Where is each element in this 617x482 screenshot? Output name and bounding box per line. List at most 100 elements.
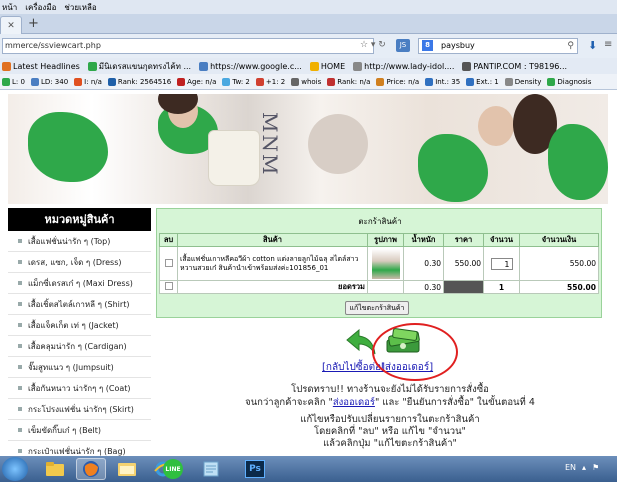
seo-icon (376, 77, 385, 86)
col-product: สินค้า (177, 233, 368, 247)
seo-label: Rank: 2564516 (117, 77, 172, 86)
bookmark-item[interactable]: https://www.google.c... (199, 61, 302, 71)
category-item[interactable]: จั๊มสูทแนว ๆ (Jumpsuit) (8, 357, 151, 378)
product-name[interactable]: เสื้อแฟชั่นเกาหลีคอวีผ้า cotton แต่งลายล… (180, 255, 365, 273)
quantity-input[interactable]: 1 (490, 257, 513, 270)
menu-tools[interactable]: เครื่องมือ (25, 1, 56, 14)
bookmark-item[interactable]: HOME (309, 61, 346, 71)
cart-panel: ตะกร้าสินค้า ลบ สินค้า รูปภาพ น้ำหนัก รา… (156, 208, 602, 318)
seo-metric[interactable]: Diagnosis (547, 77, 591, 86)
product-thumbnail[interactable] (371, 248, 400, 279)
category-item[interactable]: เสื้อแจ็คเก็ต เท่ ๆ (Jacket) (8, 315, 151, 336)
photoshop-app-icon[interactable]: Ps (240, 458, 270, 480)
category-label: จั๊มสูทแนว ๆ (Jumpsuit) (28, 362, 114, 372)
download-icon[interactable]: ⬇ (588, 39, 597, 52)
banner-model-face-2 (478, 106, 514, 146)
notice-line-2b: " และ "ยืนยันการสั่งซื้อ" ในขั้นตอนที่ 4 (374, 397, 535, 408)
category-label: กระโปรงแฟชั่น น่ารักๆ (Skirt) (28, 404, 134, 414)
menu-icon[interactable]: ≡ (604, 39, 612, 50)
windows-taskbar: LINE Ps EN ▴ ⚑ (0, 456, 617, 482)
bookmark-label: http://www.lady-idol.... (364, 61, 455, 71)
delete-checkbox[interactable] (164, 258, 173, 267)
category-item[interactable]: เข็มขัดกิ๊บเก๋ ๆ (Belt) (8, 420, 151, 441)
summary-total: 550.00 (519, 280, 599, 294)
category-item[interactable]: เสื้อเชิ้ตสไตล์เกาหลี ๆ (Shirt) (8, 294, 151, 315)
category-item[interactable]: เสื้อแฟชั่นน่ารัก ๆ (Top) (8, 231, 151, 252)
bullet-icon (18, 302, 22, 306)
tray-arrow-icon[interactable]: ▴ (582, 463, 586, 472)
item-total: 550.00 (519, 246, 599, 281)
seo-metric[interactable]: whois (291, 77, 321, 86)
search-input[interactable]: paysbuy (441, 41, 475, 50)
explorer-app-icon[interactable] (112, 458, 142, 480)
seo-metric[interactable]: Int.: 35 (425, 77, 460, 86)
bookmark-label: PANTIP.COM : T98196... (473, 61, 568, 71)
folder-app-icon[interactable] (40, 458, 70, 480)
seo-metric[interactable]: +1: 2 (255, 77, 285, 86)
seo-icon (74, 77, 83, 86)
photoshop-label: Ps (245, 460, 265, 478)
category-item[interactable]: กระโปรงแฟชั่น น่ารักๆ (Skirt) (8, 399, 151, 420)
menu-help[interactable]: ช่วยเหลือ (64, 1, 96, 14)
notice-order-link[interactable]: ส่งออเดอร์ (333, 397, 375, 408)
seo-metric[interactable]: Density (504, 77, 541, 86)
seo-metric[interactable]: Price: n/a (376, 77, 419, 86)
bookmark-label: https://www.google.c... (210, 61, 302, 71)
menu-page[interactable]: หน้า (2, 1, 17, 14)
seo-metric[interactable]: Rank: n/a (327, 77, 370, 86)
search-icon[interactable]: ⚲ (567, 39, 574, 53)
notice-line-2a: จนกว่าลูกค้าจะคลิก " (245, 397, 333, 408)
seo-metric[interactable]: L: 0 (2, 77, 25, 86)
js-badge[interactable]: JS (396, 39, 410, 52)
bookmark-label: HOME (320, 61, 346, 71)
category-item[interactable]: เสื้อกันหนาว น่ารักๆ ๆ (Coat) (8, 378, 151, 399)
summary-qty: 1 (483, 280, 520, 294)
flag-icon[interactable]: ⚑ (592, 463, 599, 472)
search-box[interactable]: 8 paysbuy ⚲ (418, 38, 578, 54)
col-image: รูปภาพ (367, 233, 404, 247)
summary-checkbox[interactable] (164, 282, 173, 290)
seo-icon (255, 77, 264, 86)
bookmark-item[interactable]: PANTIP.COM : T98196... (462, 61, 568, 71)
seo-metric[interactable]: LD: 340 (30, 77, 68, 86)
browser-tab[interactable]: ✕ (0, 16, 22, 34)
update-cart-button[interactable]: แก้ไขตะกร้าสินค้า (345, 301, 409, 315)
bookmark-icon (199, 61, 209, 71)
seo-metric[interactable]: Rank: 2564516 (107, 77, 172, 86)
banner-rose (308, 114, 368, 174)
category-item[interactable]: กระเป๋าแฟชั่นน่ารัก ๆ (Bag) (8, 441, 151, 456)
url-bar[interactable]: mmerce/ssviewcart.php (2, 38, 374, 54)
bookmark-icon (87, 61, 97, 71)
firefox-app-icon[interactable] (76, 458, 106, 480)
line-app-label: LINE (163, 459, 183, 479)
bookmark-star-icon[interactable]: ☆ ▾ ↻ (360, 40, 386, 50)
category-label: เสื้อคลุมน่ารัก ๆ (Cardigan) (28, 341, 127, 351)
table-row: เสื้อแฟชั่นเกาหลีคอวีผ้า cotton แต่งลายล… (159, 246, 599, 281)
web-page: MNM หมวดหมู่สินค้า เสื้อแฟชั่นน่ารัก ๆ (… (0, 90, 617, 456)
language-indicator[interactable]: EN (565, 463, 576, 472)
bullet-icon (18, 281, 22, 285)
line-app-icon[interactable]: LINE (160, 458, 186, 480)
notice-line-5: แล้วคลิกปุ่ม "แก้ไขตะกร้าสินค้า" (323, 438, 457, 449)
seo-icon (504, 77, 513, 86)
notes-app-icon[interactable] (196, 458, 226, 480)
seo-icon (107, 77, 116, 86)
seo-icon (222, 77, 231, 86)
seo-metric[interactable]: I: n/a (74, 77, 102, 86)
start-button[interactable] (2, 457, 28, 481)
bookmark-item[interactable]: Latest Headlines (2, 61, 80, 71)
category-item[interactable]: แม็กซี่เดรสเก๋ ๆ (Maxi Dress) (8, 273, 151, 294)
seo-icon (466, 77, 475, 86)
category-item[interactable]: เสื้อคลุมน่ารัก ๆ (Cardigan) (8, 336, 151, 357)
category-label: เดรส, แซก, เจ็ด ๆ (Dress) (28, 257, 122, 267)
category-item[interactable]: เดรส, แซก, เจ็ด ๆ (Dress) (8, 252, 151, 273)
seo-metric[interactable]: Tw: 2 (222, 77, 250, 86)
seo-metric[interactable]: Ext.: 1 (466, 77, 499, 86)
bullet-icon (18, 407, 22, 411)
seo-icon (327, 77, 336, 86)
bookmark-item[interactable]: มีนิเดรสแขนกุดทรงไค้ท ... (87, 60, 191, 73)
bookmark-item[interactable]: http://www.lady-idol.... (353, 61, 455, 71)
seo-metric[interactable]: Age: n/a (177, 77, 216, 86)
new-tab-button[interactable]: + (28, 17, 39, 31)
bookmark-icon (2, 61, 11, 71)
